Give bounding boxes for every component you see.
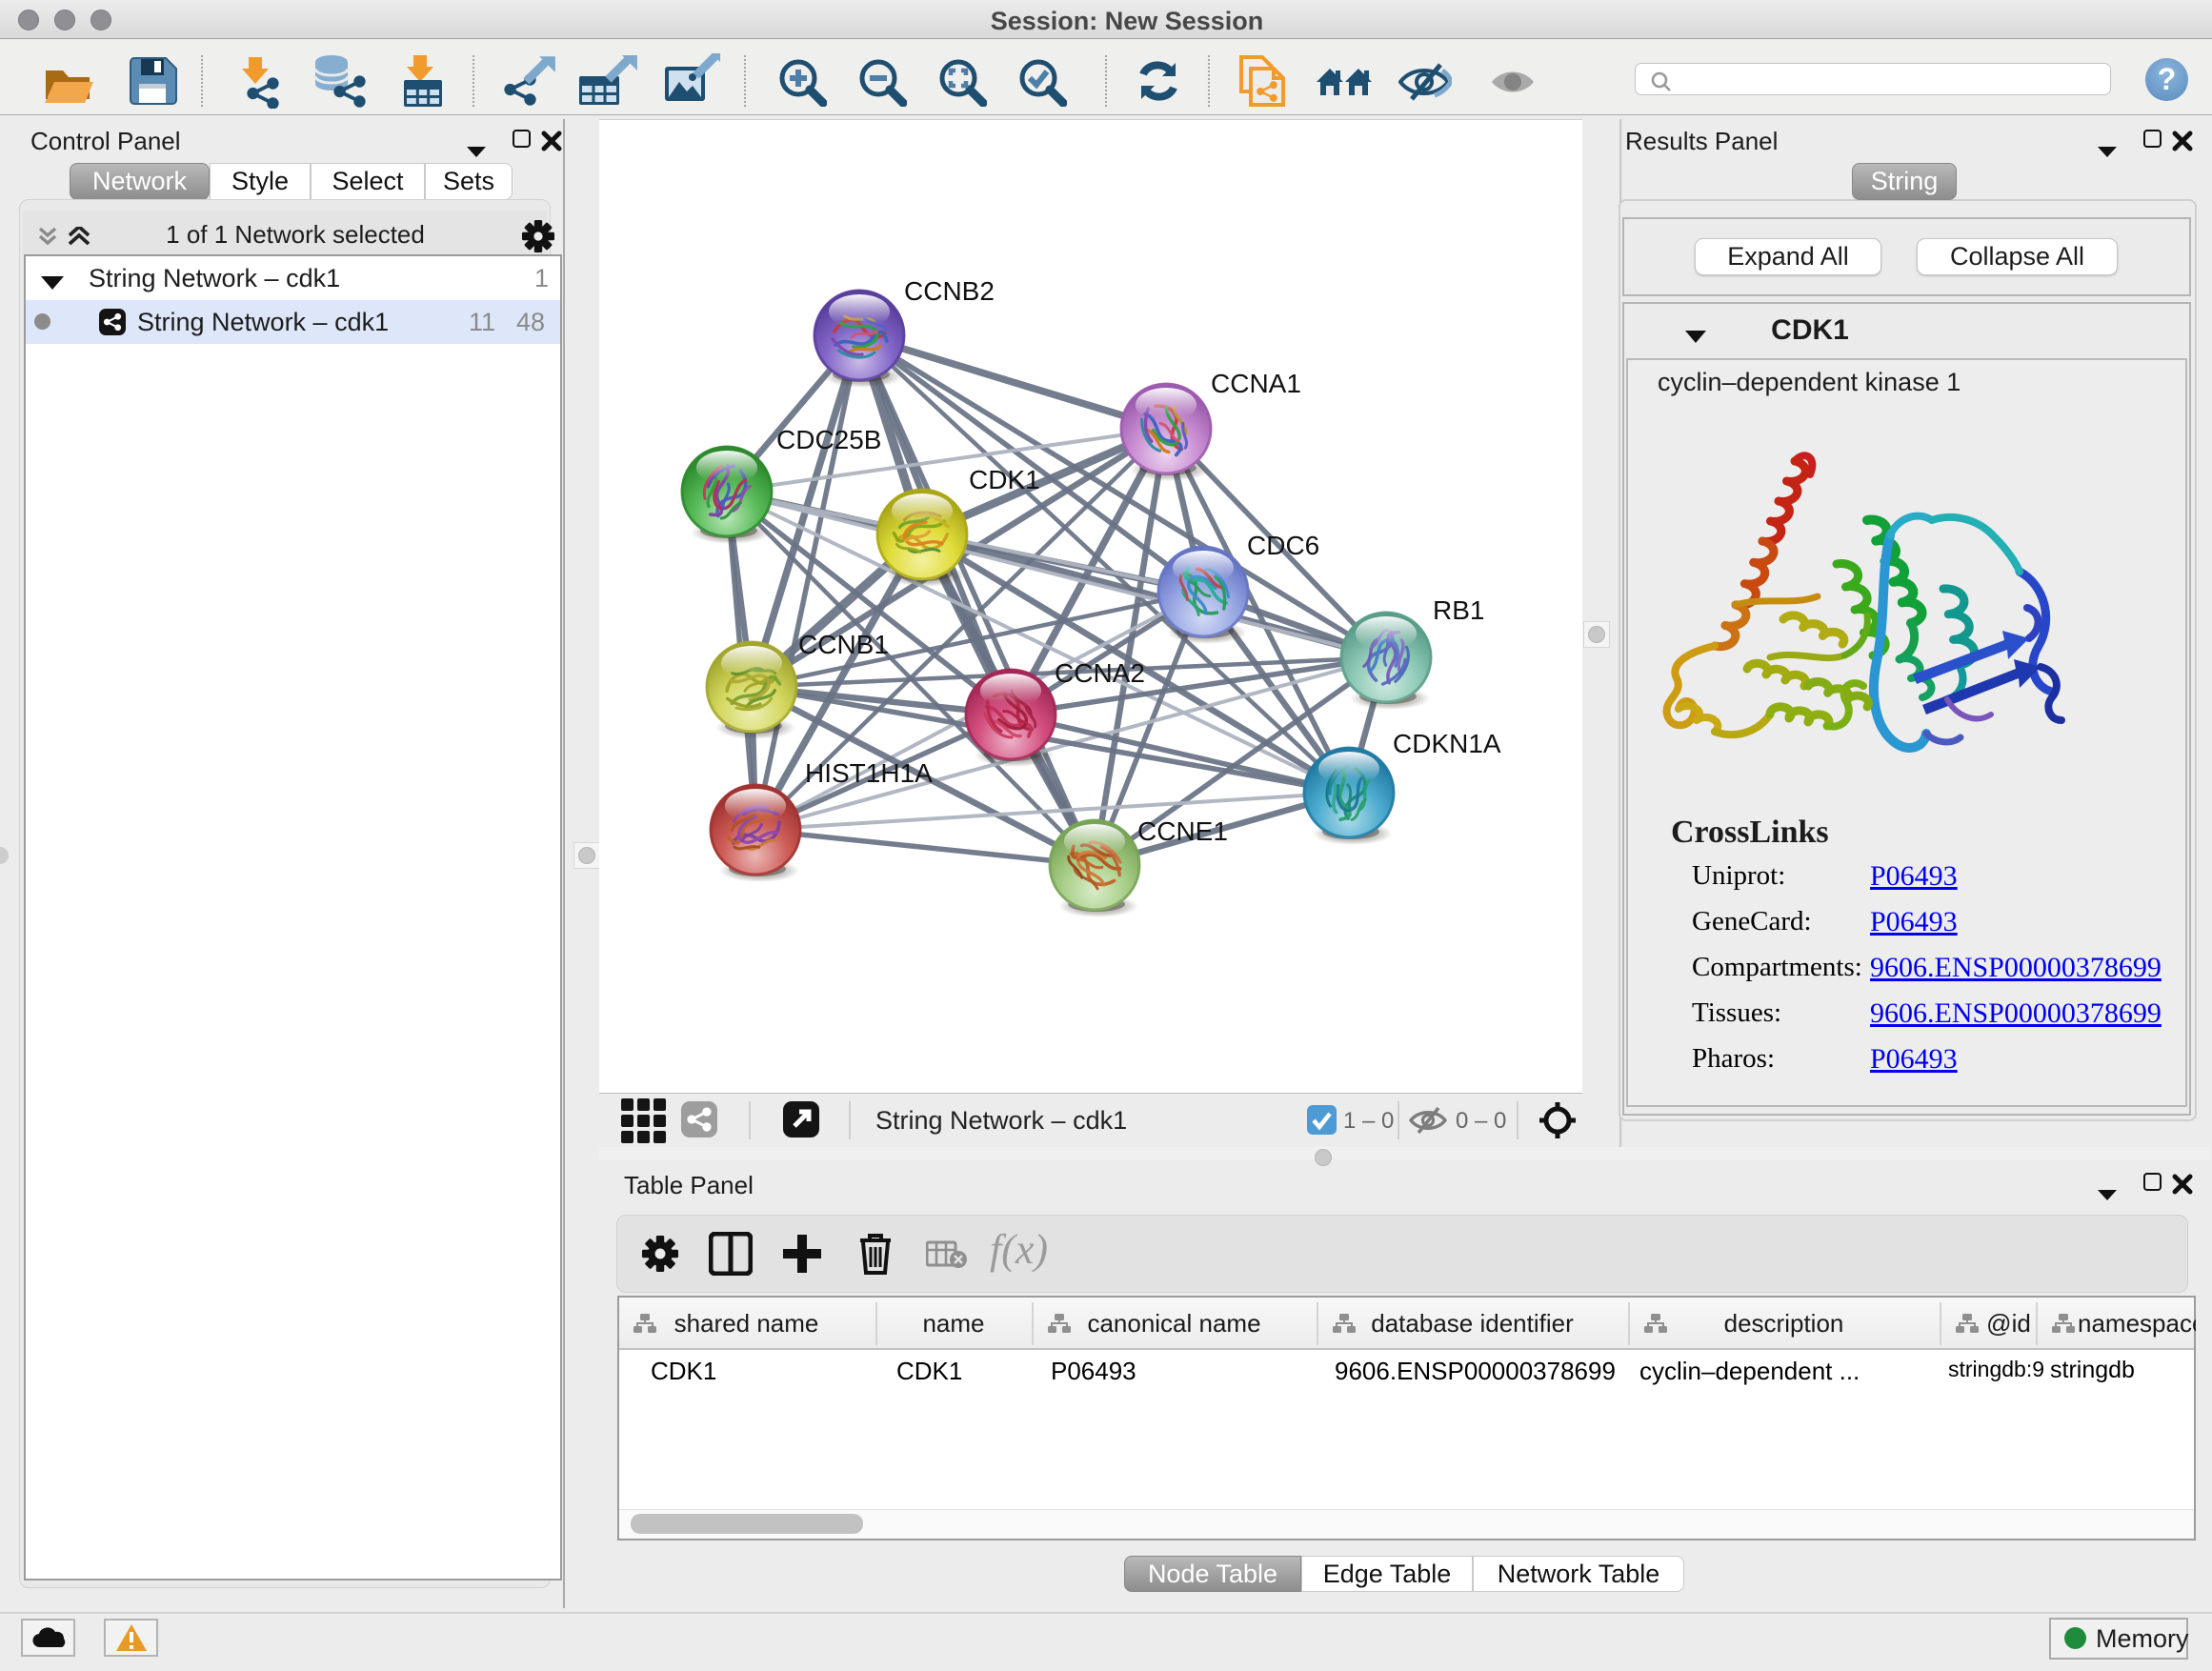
svg-text:CDK1: CDK1	[969, 465, 1040, 494]
svg-text:CDC25B: CDC25B	[776, 425, 881, 454]
svg-text:CCNB2: CCNB2	[904, 276, 995, 306]
svg-text:HIST1H1A: HIST1H1A	[805, 758, 933, 788]
svg-text:CDKN1A: CDKN1A	[1393, 729, 1501, 758]
svg-text:CCNE1: CCNE1	[1137, 816, 1228, 846]
svg-text:CCNA2: CCNA2	[1055, 658, 1145, 688]
svg-text:CDC6: CDC6	[1247, 531, 1319, 560]
svg-text:RB1: RB1	[1433, 595, 1484, 625]
svg-text:CCNB1: CCNB1	[798, 630, 889, 659]
svg-text:CCNA1: CCNA1	[1211, 369, 1301, 398]
